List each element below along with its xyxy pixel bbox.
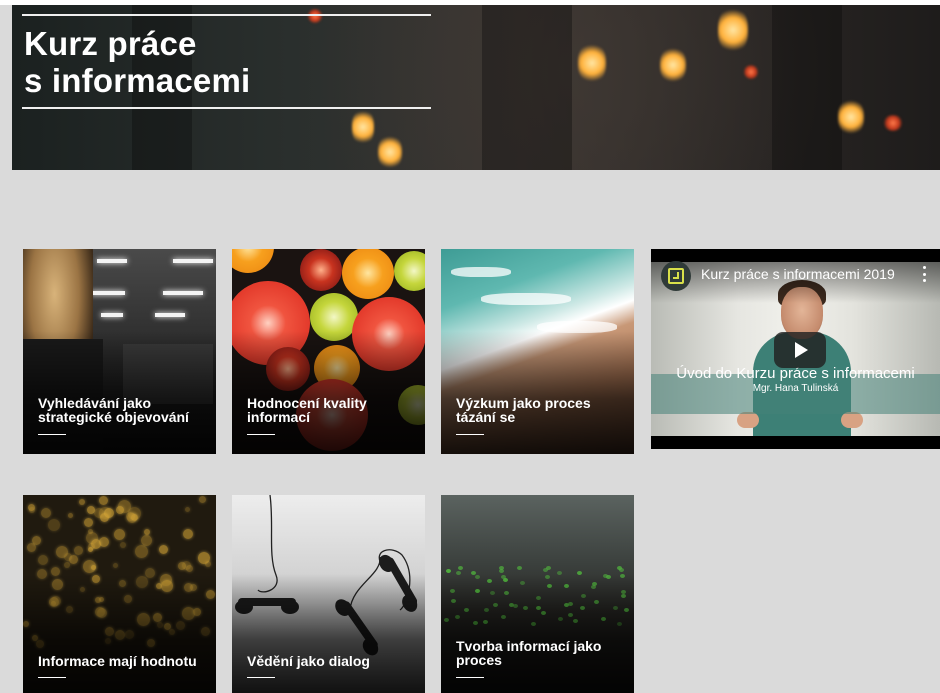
fruit-slice	[232, 249, 274, 273]
bokeh-dot	[74, 546, 83, 555]
bokeh-dot	[198, 552, 210, 564]
card-title: Informace mají hodnotu	[38, 653, 197, 669]
fruit-slice	[342, 249, 394, 299]
ceiling-light	[173, 259, 213, 263]
bokeh-dot	[32, 536, 41, 545]
bokeh-dot	[41, 508, 51, 518]
bokeh-dot	[64, 562, 70, 568]
card-vedeni[interactable]: Vědění jako dialog	[232, 495, 425, 693]
hero-light	[352, 109, 374, 145]
bokeh-dot	[79, 499, 85, 505]
sprout	[517, 566, 522, 570]
ceiling-light	[101, 313, 123, 317]
bokeh-dot	[144, 529, 150, 535]
hero-light	[884, 115, 902, 131]
ceiling-light	[91, 291, 125, 295]
card-overlay	[232, 574, 425, 693]
card-hodnoceni[interactable]: Hodnocení kvality informací	[232, 249, 425, 454]
card-overlay	[23, 331, 216, 454]
hero-light	[378, 135, 402, 169]
hero-light	[744, 65, 758, 79]
bokeh-dot	[84, 518, 93, 527]
page-title: Kurz práce s informacemi	[24, 25, 250, 99]
sprout	[543, 568, 548, 572]
hero-light	[578, 43, 606, 83]
hero-shadow	[482, 5, 572, 170]
bokeh-dot	[183, 529, 193, 539]
ceiling-light	[97, 259, 127, 263]
wave-foam	[481, 293, 571, 305]
video-player[interactable]: Úvod do Kurzu práce s informacemi Mgr. H…	[651, 249, 940, 449]
presenter-hand	[737, 412, 759, 428]
hero-light	[660, 47, 686, 83]
fruit-slice	[394, 251, 425, 291]
bokeh-dot	[120, 542, 126, 548]
hero-light	[308, 9, 322, 23]
card-tvorba[interactable]: Tvorba informací jako proces	[441, 495, 634, 693]
card-overlay	[441, 574, 634, 693]
card-rule	[38, 677, 66, 678]
wave-foam	[451, 267, 511, 277]
play-button[interactable]	[774, 332, 826, 368]
hero-rule-top	[22, 14, 431, 16]
ceiling-light	[163, 291, 203, 295]
ceiling-light	[155, 313, 185, 317]
bokeh-dot	[91, 539, 101, 549]
card-title: Hodnocení kvality informací	[247, 395, 367, 425]
bokeh-dot	[99, 496, 108, 505]
bokeh-dot	[185, 507, 190, 512]
title-line-1: Kurz práce	[24, 25, 197, 62]
card-title: Tvorba informací jako proces	[456, 638, 602, 668]
card-overlay	[232, 331, 425, 454]
title-line-2: s informacemi	[24, 62, 251, 99]
card-informace[interactable]: Informace mají hodnotu	[23, 495, 216, 693]
channel-logo-icon[interactable]	[661, 261, 691, 291]
sprout	[458, 566, 463, 570]
video-title[interactable]: Kurz práce s informacemi 2019	[701, 266, 895, 282]
card-rule	[247, 434, 275, 435]
hero-light	[838, 99, 864, 135]
card-rule	[247, 677, 275, 678]
bokeh-dot	[113, 563, 118, 568]
card-vyhledavani[interactable]: Vyhledávání jako strategické objevování	[23, 249, 216, 454]
bokeh-dot	[64, 553, 72, 561]
bokeh-dot	[68, 513, 73, 518]
presenter-hand	[841, 412, 863, 428]
bokeh-dot	[127, 513, 137, 523]
bokeh-dot	[135, 545, 148, 558]
fruit-slice	[300, 249, 342, 291]
sprout	[446, 569, 451, 573]
play-icon	[795, 342, 808, 358]
bokeh-dot	[48, 519, 60, 531]
sprout	[617, 566, 622, 570]
card-title: Výzkum jako proces tázání se	[456, 395, 591, 425]
bokeh-dot	[114, 529, 125, 540]
bokeh-dot	[94, 508, 104, 518]
hero-rule-bottom	[22, 107, 431, 109]
bokeh-dot	[159, 545, 168, 554]
card-overlay	[441, 331, 634, 454]
card-rule	[38, 434, 66, 435]
video-caption-sub: Mgr. Hana Tulinská	[752, 383, 839, 394]
card-vyzkum[interactable]: Výzkum jako proces tázání se	[441, 249, 634, 454]
hero-shadow	[772, 5, 842, 170]
hero-banner: Kurz práce s informacemi	[12, 5, 940, 170]
more-options-icon[interactable]	[921, 266, 927, 282]
bokeh-dot	[199, 496, 206, 503]
sprout	[499, 569, 504, 573]
card-title: Vědění jako dialog	[247, 653, 370, 669]
hero-light	[718, 7, 748, 53]
bokeh-dot	[182, 561, 191, 570]
card-rule	[456, 677, 484, 678]
card-overlay	[23, 574, 216, 693]
bokeh-dot	[38, 555, 48, 565]
card-title: Vyhledávání jako strategické objevování	[38, 395, 189, 425]
card-rule	[456, 434, 484, 435]
bokeh-dot	[91, 565, 96, 570]
bokeh-dot	[28, 504, 35, 511]
